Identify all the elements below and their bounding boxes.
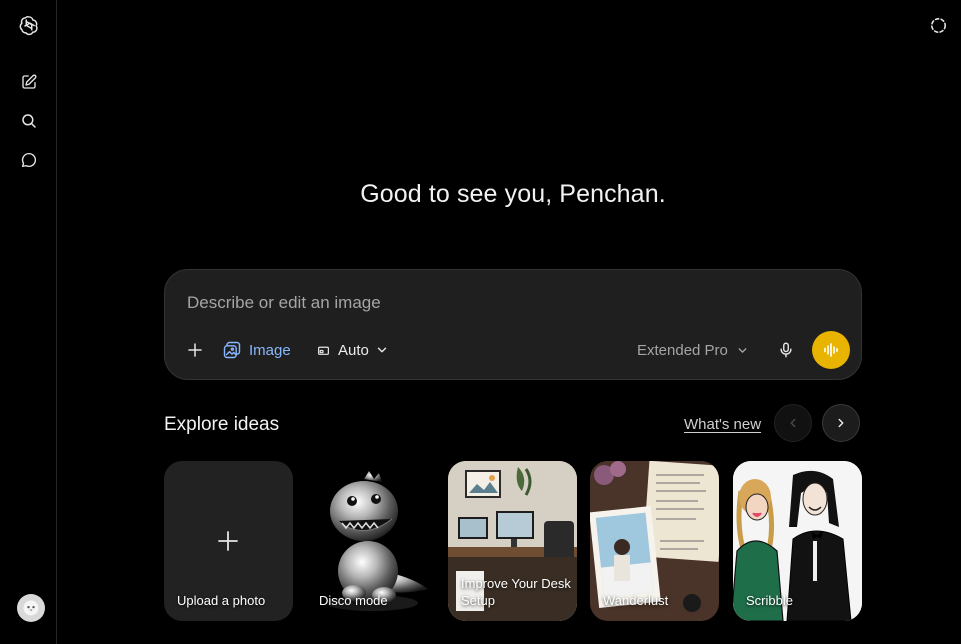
idea-card-upload-photo[interactable]: Upload a photo bbox=[164, 461, 293, 621]
card-label: Upload a photo bbox=[177, 593, 266, 608]
chevron-right-icon bbox=[838, 418, 844, 428]
sidebar bbox=[0, 0, 57, 644]
aspect-ratio-label: Auto bbox=[338, 341, 369, 359]
plus-icon bbox=[188, 343, 202, 357]
voice-mode-button[interactable] bbox=[812, 331, 850, 369]
image-tool-label: Image bbox=[249, 341, 291, 359]
sound-wave-icon bbox=[824, 343, 838, 357]
idea-card-scribble[interactable]: Scribble bbox=[733, 461, 862, 621]
chevron-down-icon bbox=[377, 347, 387, 353]
carousel-next-button[interactable] bbox=[822, 404, 860, 442]
chevron-down-icon bbox=[738, 347, 747, 353]
whats-new-link[interactable]: What's new bbox=[684, 416, 761, 433]
chat-bubble-icon[interactable] bbox=[16, 147, 42, 173]
image-icon bbox=[223, 341, 241, 359]
avatar[interactable] bbox=[17, 594, 45, 622]
add-attachment-button[interactable] bbox=[183, 336, 207, 364]
new-chat-edit-icon[interactable] bbox=[16, 69, 42, 95]
card-label: Wanderlust bbox=[603, 593, 669, 608]
model-selector-label: Extended Pro bbox=[637, 341, 728, 359]
plus-icon bbox=[218, 531, 238, 551]
card-label: Scribble bbox=[746, 593, 793, 608]
prompt-input[interactable] bbox=[185, 288, 829, 318]
aspect-ratio-icon bbox=[318, 346, 329, 355]
aspect-ratio-dropdown[interactable]: Auto bbox=[317, 336, 389, 364]
search-icon[interactable] bbox=[16, 108, 42, 134]
composer: Image Auto Extended Pro bbox=[164, 269, 862, 380]
card-label: Improve Your Desk Setup bbox=[461, 576, 571, 608]
idea-card-wanderlust[interactable]: Wanderlust bbox=[590, 461, 719, 621]
dictate-button[interactable] bbox=[775, 336, 797, 364]
carousel-prev-button[interactable] bbox=[774, 404, 812, 442]
penguin-avatar-icon bbox=[23, 600, 39, 616]
model-selector-dropdown[interactable]: Extended Pro bbox=[637, 336, 749, 364]
openai-logo-icon[interactable] bbox=[16, 12, 42, 38]
card-label: Disco mode bbox=[319, 593, 388, 608]
idea-card-disco-mode[interactable]: Disco mode bbox=[306, 461, 435, 621]
greeting-heading: Good to see you, Penchan. bbox=[360, 180, 666, 208]
microphone-icon bbox=[780, 342, 792, 358]
explore-ideas-heading: Explore ideas bbox=[164, 414, 280, 435]
temporary-chat-icon[interactable] bbox=[927, 14, 949, 36]
idea-card-desk-setup[interactable]: Improve Your Desk Setup bbox=[448, 461, 577, 621]
chevron-left-icon bbox=[790, 418, 796, 428]
image-tool-button[interactable]: Image bbox=[222, 336, 291, 364]
